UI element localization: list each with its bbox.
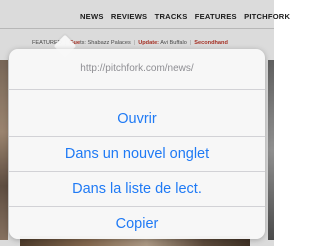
copy-button[interactable]: Copier: [9, 206, 265, 239]
open-button[interactable]: Ouvrir: [9, 102, 265, 136]
link-action-sheet: http://pitchfork.com/news/ Ouvrir Dans u…: [9, 49, 265, 239]
add-to-reading-list-button[interactable]: Dans la liste de lect.: [9, 171, 265, 206]
sheet-spacer: [9, 90, 265, 102]
link-url-title: http://pitchfork.com/news/: [9, 49, 265, 90]
open-in-new-tab-button[interactable]: Dans un nouvel onglet: [9, 136, 265, 171]
